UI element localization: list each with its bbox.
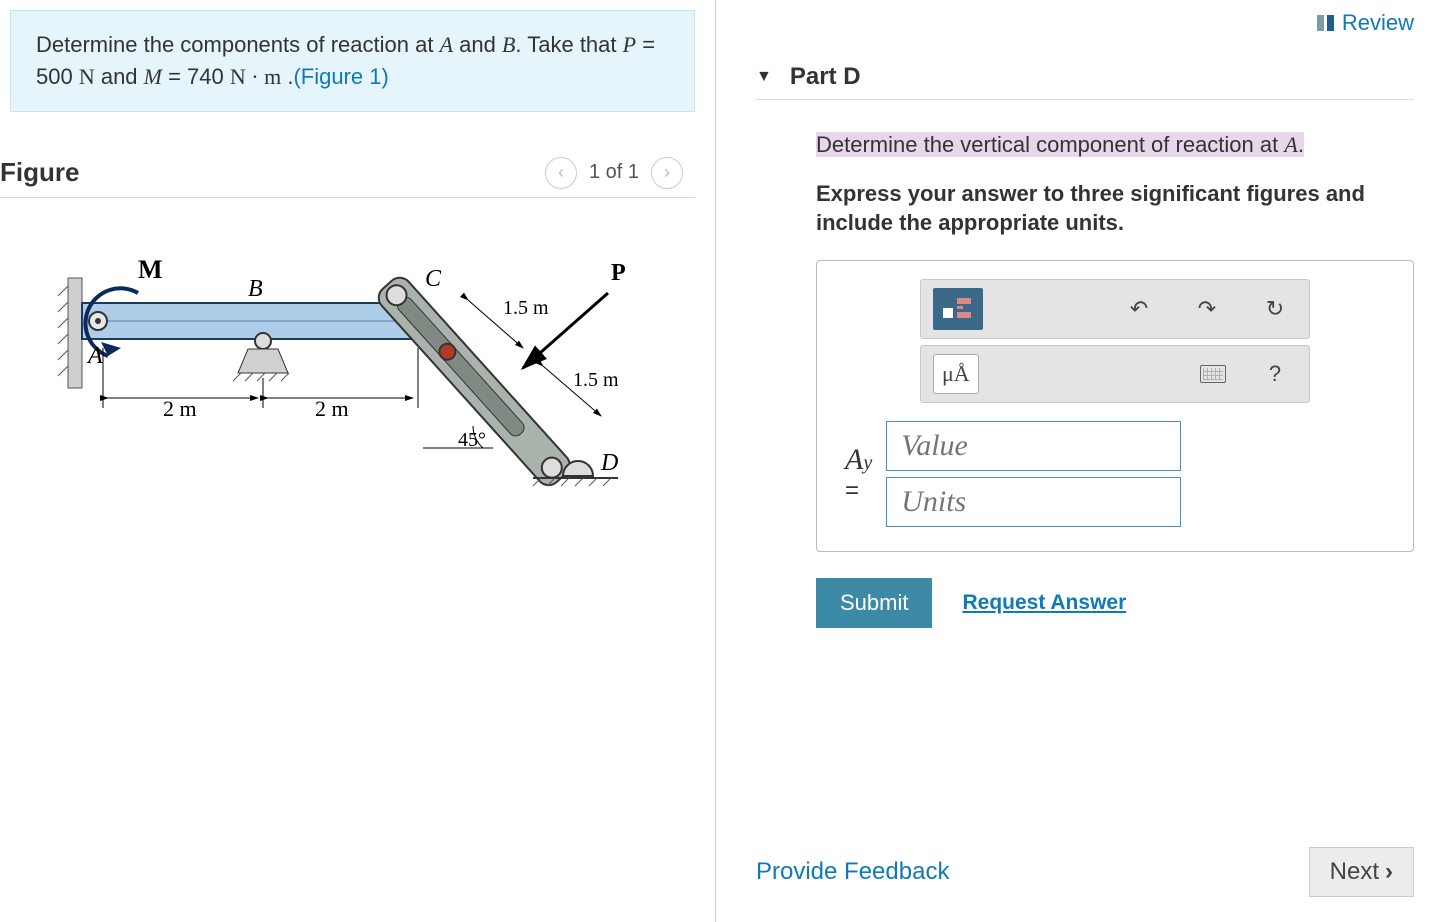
answer-toolbar-2: μÅ ? bbox=[920, 345, 1310, 403]
svg-text:1.5 m: 1.5 m bbox=[503, 297, 549, 319]
equals-sign: = bbox=[845, 477, 872, 505]
var-P: P bbox=[623, 32, 636, 57]
reset-button[interactable]: ↻ bbox=[1253, 289, 1297, 329]
var-M: M bbox=[144, 64, 162, 89]
figure-pager: ‹ 1 of 1 › bbox=[545, 157, 683, 189]
question-text: Determine the vertical component of reac… bbox=[816, 130, 1414, 161]
left-pane: Determine the components of reaction at … bbox=[0, 0, 715, 922]
review-link[interactable]: Review bbox=[1317, 10, 1414, 36]
svg-text:M: M bbox=[138, 255, 163, 284]
var-B: B bbox=[502, 32, 515, 57]
question-area: Determine the vertical component of reac… bbox=[756, 100, 1414, 552]
part-label: Part D bbox=[790, 63, 861, 91]
keyboard-icon bbox=[1200, 365, 1226, 383]
answer-instruction: Express your answer to three significant… bbox=[816, 179, 1414, 238]
help-button[interactable]: ? bbox=[1253, 354, 1297, 394]
problem-statement: Determine the components of reaction at … bbox=[10, 10, 695, 112]
footer-row: Provide Feedback Next › bbox=[756, 847, 1414, 897]
collapse-icon: ▼ bbox=[756, 68, 772, 86]
svg-text:C: C bbox=[425, 266, 442, 292]
svg-text:1.5 m: 1.5 m bbox=[573, 369, 619, 391]
answer-variable: Ay bbox=[845, 443, 872, 477]
redo-button[interactable]: ↷ bbox=[1185, 289, 1229, 329]
right-pane: Review ▼ Part D Determine the vertical c… bbox=[715, 0, 1444, 922]
svg-text:A: A bbox=[86, 343, 103, 369]
svg-text:45°: 45° bbox=[458, 429, 486, 451]
submit-button[interactable]: Submit bbox=[816, 578, 932, 628]
provide-feedback-link[interactable]: Provide Feedback bbox=[756, 858, 949, 886]
svg-text:2 m: 2 m bbox=[163, 396, 197, 421]
svg-text:B: B bbox=[248, 276, 263, 302]
figure-next-button[interactable]: › bbox=[651, 157, 683, 189]
review-icon bbox=[1317, 15, 1334, 31]
value-input[interactable] bbox=[886, 421, 1181, 471]
svg-text:P: P bbox=[611, 260, 626, 286]
figure-title: Figure bbox=[0, 157, 79, 188]
figure-reference-link[interactable]: (Figure 1) bbox=[293, 64, 388, 89]
request-answer-link[interactable]: Request Answer bbox=[962, 591, 1126, 615]
next-button[interactable]: Next › bbox=[1309, 847, 1414, 897]
units-symbol-button[interactable]: μÅ bbox=[933, 354, 979, 394]
part-header[interactable]: ▼ Part D bbox=[756, 55, 1414, 100]
figure-diagram: M B C P A D 2 m 2 m 1.5 m 1.5 m 45° bbox=[0, 198, 695, 538]
mechanics-diagram: M B C P A D 2 m 2 m 1.5 m 1.5 m 45° bbox=[53, 238, 643, 498]
figure-pager-text: 1 of 1 bbox=[589, 161, 639, 184]
templates-button[interactable] bbox=[933, 288, 983, 330]
svg-text:D: D bbox=[600, 450, 618, 476]
svg-text:2 m: 2 m bbox=[315, 396, 349, 421]
chevron-right-icon: › bbox=[1385, 858, 1393, 886]
problem-text: Determine the components of reaction at bbox=[36, 32, 440, 57]
units-input[interactable] bbox=[886, 477, 1181, 527]
answer-toolbar-1: ↶ ↷ ↻ bbox=[920, 279, 1310, 339]
action-row: Submit Request Answer bbox=[756, 578, 1414, 628]
var-A: A bbox=[440, 32, 453, 57]
answer-box: ↶ ↷ ↻ μÅ ? Ay = bbox=[816, 260, 1414, 552]
figure-header: Figure ‹ 1 of 1 › bbox=[0, 147, 695, 198]
keyboard-button[interactable] bbox=[1191, 354, 1235, 394]
undo-button[interactable]: ↶ bbox=[1117, 289, 1161, 329]
answer-inputs: Ay = bbox=[839, 421, 1391, 527]
figure-prev-button[interactable]: ‹ bbox=[545, 157, 577, 189]
